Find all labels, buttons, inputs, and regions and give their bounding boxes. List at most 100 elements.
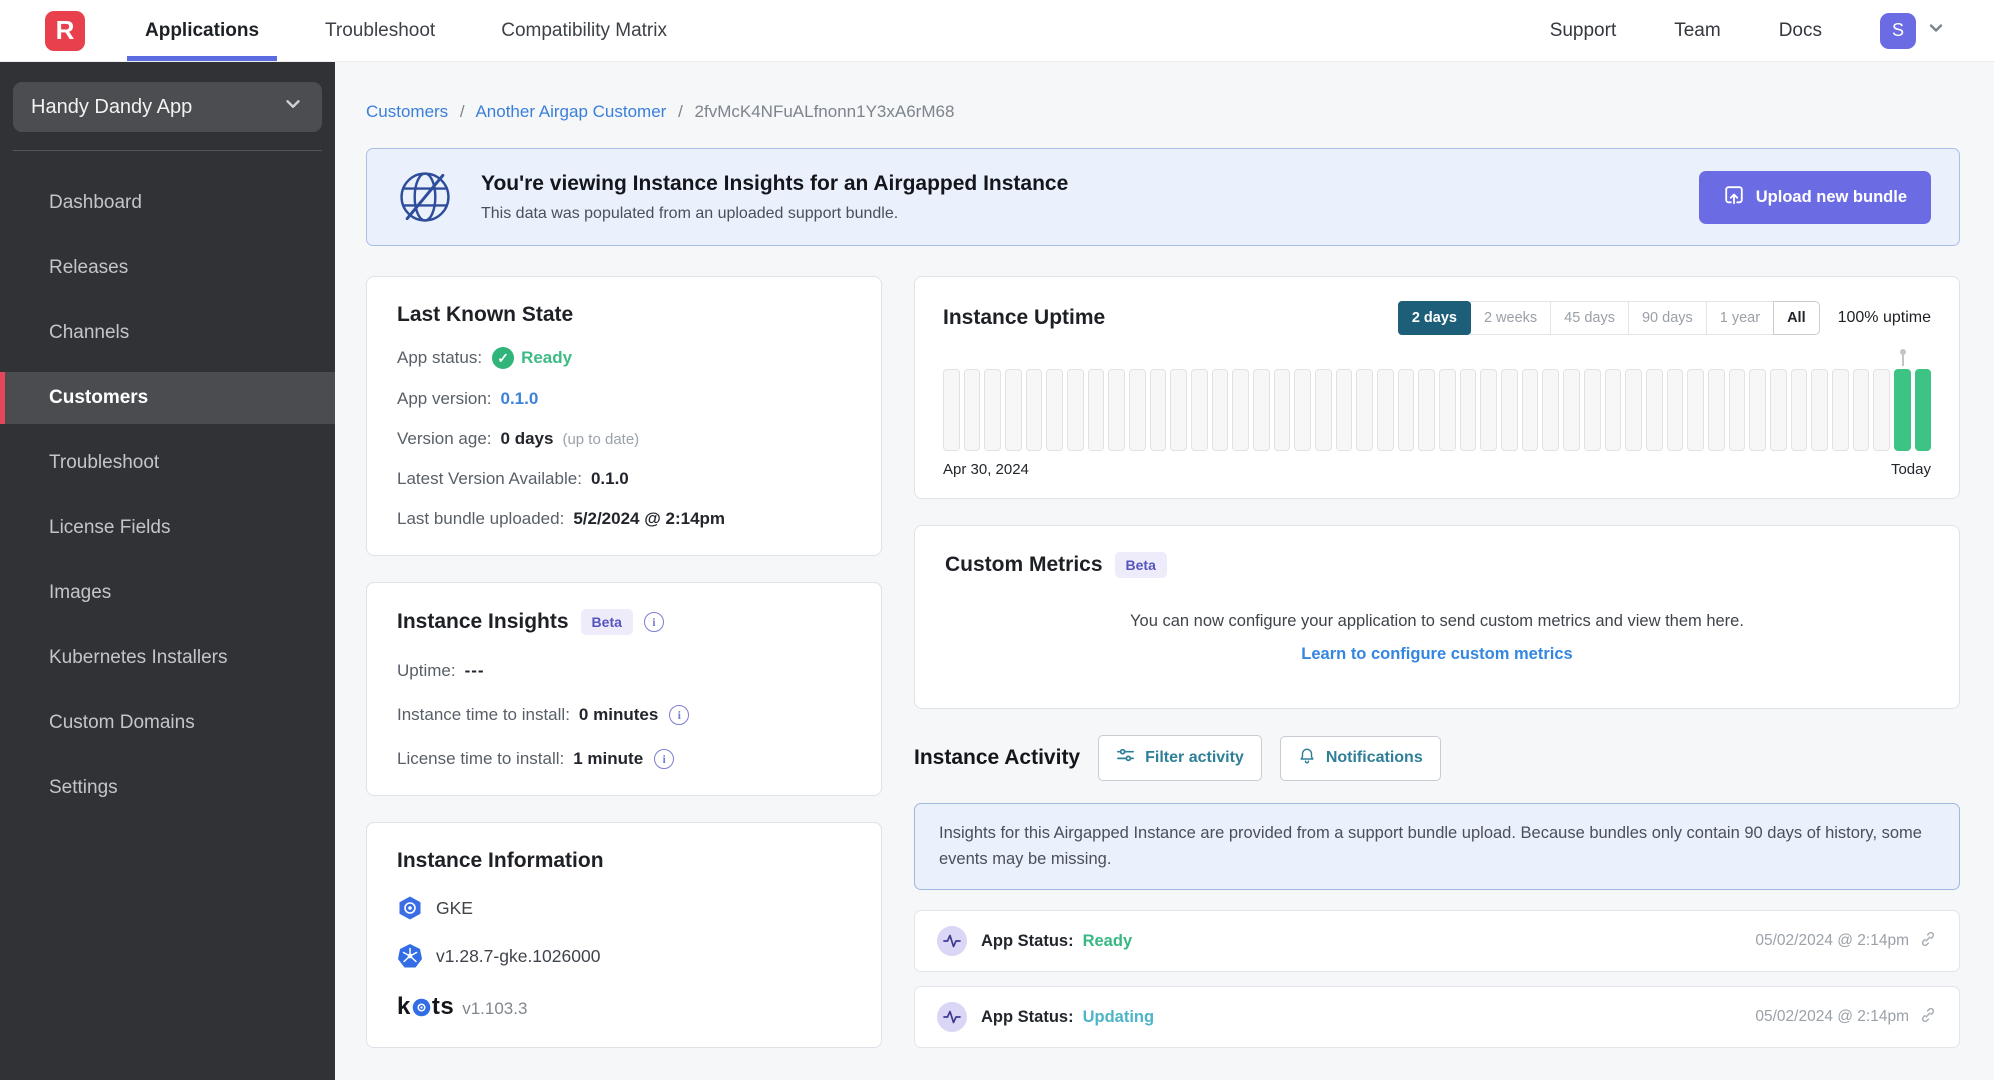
uptime-bar[interactable] bbox=[1790, 369, 1808, 451]
uptime-bar[interactable] bbox=[1356, 369, 1374, 451]
uptime-bar[interactable] bbox=[1914, 369, 1932, 451]
uptime-bar[interactable] bbox=[1129, 369, 1146, 451]
nav-applications[interactable]: Applications bbox=[126, 0, 278, 61]
info-icon[interactable]: i bbox=[643, 612, 664, 632]
uptime-bar[interactable] bbox=[1583, 369, 1601, 451]
nav-support[interactable]: Support bbox=[1550, 20, 1617, 42]
uptime-bar[interactable] bbox=[1046, 369, 1064, 451]
app-version-value[interactable]: 0.1.0 bbox=[501, 389, 539, 409]
uptime-bar[interactable] bbox=[1831, 369, 1849, 451]
sidebar-item-custom-domains[interactable]: Custom Domains bbox=[0, 697, 335, 749]
uptime-bar[interactable] bbox=[1501, 369, 1518, 451]
upload-new-bundle-button[interactable]: Upload new bundle bbox=[1698, 170, 1931, 224]
sidebar-item-customers[interactable]: Customers bbox=[0, 372, 335, 424]
activity-status-value: Ready bbox=[1082, 931, 1133, 950]
uptime-bar[interactable] bbox=[1666, 369, 1684, 451]
range-2-days[interactable]: 2 days bbox=[1397, 301, 1471, 335]
uptime-bar[interactable] bbox=[1253, 369, 1270, 451]
sidebar-item-settings[interactable]: Settings bbox=[0, 762, 335, 814]
avatar[interactable]: S bbox=[1880, 12, 1916, 49]
uptime-bar[interactable] bbox=[1335, 369, 1353, 451]
info-icon[interactable]: i bbox=[669, 705, 690, 725]
uptime-bar[interactable] bbox=[1397, 369, 1415, 451]
uptime-bar[interactable] bbox=[963, 369, 981, 451]
uptime-bar[interactable] bbox=[1294, 369, 1312, 451]
range-all[interactable]: All bbox=[1773, 301, 1820, 335]
uptime-bar[interactable] bbox=[1645, 369, 1663, 451]
range-45-days[interactable]: 45 days bbox=[1550, 301, 1629, 335]
activity-row[interactable]: App Status: Updating 05/02/2024 @ 2:14pm bbox=[914, 986, 1960, 1049]
uptime-bar[interactable] bbox=[1893, 349, 1911, 451]
sidebar-item-kubernetes-installers[interactable]: Kubernetes Installers bbox=[0, 632, 335, 684]
account-menu[interactable]: S bbox=[1880, 12, 1946, 49]
uptime-bar[interactable] bbox=[1418, 369, 1436, 451]
version-age-note: (up to date) bbox=[562, 430, 640, 448]
nav-troubleshoot[interactable]: Troubleshoot bbox=[325, 0, 435, 61]
sidebar-item-dashboard[interactable]: Dashboard bbox=[0, 177, 335, 229]
uptime-bar[interactable] bbox=[1025, 369, 1043, 451]
uptime-bar[interactable] bbox=[1749, 369, 1766, 451]
uptime-bar[interactable] bbox=[1149, 369, 1167, 451]
last-bundle-value: 5/2/2024 @ 2:14pm bbox=[573, 509, 726, 528]
uptime-bar[interactable] bbox=[1232, 369, 1250, 451]
airgap-banner: You're viewing Instance Insights for an … bbox=[366, 148, 1960, 246]
uptime-bar[interactable] bbox=[1707, 369, 1725, 451]
uptime-bar[interactable] bbox=[1315, 369, 1332, 451]
sidebar-item-license-fields[interactable]: License Fields bbox=[0, 502, 335, 554]
activity-row[interactable]: App Status: Ready 05/02/2024 @ 2:14pm bbox=[914, 910, 1960, 973]
uptime-bar[interactable] bbox=[1067, 369, 1084, 451]
uptime-bar[interactable] bbox=[1542, 369, 1560, 451]
activity-timestamp: 05/02/2024 @ 2:14pm bbox=[1755, 1008, 1909, 1026]
uptime-bar[interactable] bbox=[1108, 369, 1126, 451]
uptime-bar[interactable] bbox=[1005, 369, 1022, 451]
uptime-bar[interactable] bbox=[1728, 369, 1746, 451]
app-selector-dropdown[interactable]: Handy Dandy App bbox=[13, 82, 322, 132]
kots-version-row: k ts v1.103.3 bbox=[397, 993, 851, 1021]
configure-custom-metrics-link[interactable]: Learn to configure custom metrics bbox=[945, 645, 1929, 664]
app-status-value: Ready bbox=[521, 348, 573, 367]
link-icon[interactable] bbox=[1919, 1006, 1937, 1029]
replicated-logo[interactable]: R bbox=[45, 10, 85, 51]
breadcrumb-customers[interactable]: Customers bbox=[366, 102, 448, 121]
range-2-weeks[interactable]: 2 weeks bbox=[1469, 301, 1552, 335]
sidebar-item-releases[interactable]: Releases bbox=[0, 242, 335, 294]
beta-badge: Beta bbox=[580, 609, 633, 635]
uptime-bar[interactable] bbox=[1852, 369, 1870, 451]
uptime-bar[interactable] bbox=[1563, 369, 1580, 451]
sidebar-item-images[interactable]: Images bbox=[0, 567, 335, 619]
info-icon[interactable]: i bbox=[654, 749, 675, 769]
instance-insights-card: Instance Insights Beta i Uptime: --- Ins… bbox=[366, 582, 882, 796]
nav-compatibility-matrix[interactable]: Compatibility Matrix bbox=[501, 0, 667, 61]
uptime-bar[interactable] bbox=[1191, 369, 1208, 451]
sidebar-item-channels[interactable]: Channels bbox=[0, 307, 335, 359]
uptime-bar[interactable] bbox=[1211, 369, 1229, 451]
breadcrumb-instance-id: 2fvMcK4NFuALfnonn1Y3xA6rM68 bbox=[694, 102, 955, 121]
uptime-range-selector: 2 days 2 weeks 45 days 90 days 1 year Al… bbox=[1397, 301, 1820, 335]
notifications-button[interactable]: Notifications bbox=[1279, 735, 1441, 781]
uptime-bar[interactable] bbox=[1170, 369, 1188, 451]
nav-docs[interactable]: Docs bbox=[1779, 20, 1822, 42]
uptime-bar[interactable] bbox=[943, 369, 960, 451]
uptime-bar[interactable] bbox=[1273, 369, 1291, 451]
uptime-bar[interactable] bbox=[1811, 369, 1828, 451]
uptime-bar[interactable] bbox=[1087, 369, 1105, 451]
filter-activity-label: Filter activity bbox=[1145, 749, 1244, 766]
uptime-bar[interactable] bbox=[1521, 369, 1539, 451]
uptime-bar[interactable] bbox=[1769, 369, 1787, 451]
range-1-year[interactable]: 1 year bbox=[1705, 301, 1775, 335]
uptime-bar[interactable] bbox=[1377, 369, 1394, 451]
uptime-bar[interactable] bbox=[1604, 369, 1622, 451]
uptime-bar[interactable] bbox=[1480, 369, 1498, 451]
sidebar-item-troubleshoot[interactable]: Troubleshoot bbox=[0, 437, 335, 489]
uptime-bar[interactable] bbox=[1687, 369, 1704, 451]
link-icon[interactable] bbox=[1919, 930, 1937, 953]
range-90-days[interactable]: 90 days bbox=[1627, 301, 1707, 335]
uptime-bar[interactable] bbox=[1873, 369, 1890, 451]
uptime-bar[interactable] bbox=[1439, 369, 1456, 451]
uptime-bar[interactable] bbox=[984, 369, 1002, 451]
nav-team[interactable]: Team bbox=[1674, 20, 1720, 42]
uptime-bar[interactable] bbox=[1459, 369, 1477, 451]
uptime-bar[interactable] bbox=[1625, 369, 1642, 451]
breadcrumb-customer-name[interactable]: Another Airgap Customer bbox=[475, 102, 666, 121]
filter-activity-button[interactable]: Filter activity bbox=[1098, 735, 1262, 781]
